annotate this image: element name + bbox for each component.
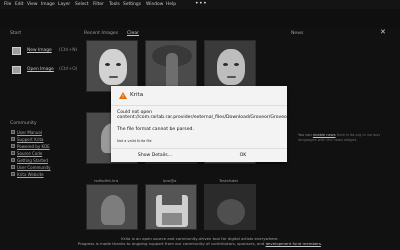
code-icon — [11, 151, 15, 155]
open-image-label: Open Image — [27, 67, 54, 72]
recent-thumbnail[interactable] — [145, 40, 197, 92]
dialog-message-secondary: The file format cannot be parsed. — [117, 127, 194, 132]
menu-view[interactable]: View — [27, 0, 37, 9]
dialog-message: Could not open content://com.rarlab.rar.… — [117, 110, 299, 121]
recent-thumbnail[interactable] — [86, 184, 138, 230]
manual-icon — [11, 130, 15, 134]
recent-caption: rsdfsdfnt.kra — [94, 178, 119, 183]
recent-caption: Ipro@a — [163, 178, 177, 183]
dialog-title: Krita — [130, 92, 144, 98]
recent-images-header: Recent Images — [84, 31, 119, 36]
footer-text: Krita is an open source and community-dr… — [77, 236, 323, 246]
more-dots-icon[interactable]: ••• — [195, 0, 207, 8]
new-file-icon — [12, 47, 21, 55]
recent-thumbnail[interactable] — [204, 40, 256, 92]
new-image-shortcut: (Ctrl+N) — [59, 48, 78, 53]
folder-icon — [12, 66, 21, 74]
open-image-button[interactable]: Open Image (Ctrl+O) — [12, 66, 82, 74]
web-icon — [11, 172, 15, 176]
new-image-button[interactable]: New Image (Ctrl+N) — [12, 47, 82, 55]
menu-bar: File Edit View Image Layer Select Filter… — [0, 0, 400, 9]
menu-layer[interactable]: Layer — [58, 0, 70, 9]
menu-help[interactable]: Help — [166, 0, 176, 9]
warning-icon: ! — [119, 92, 127, 99]
start-header: Start — [10, 31, 22, 36]
menu-image[interactable]: Image — [41, 0, 55, 9]
news-notice: You can enable news from krita.org in va… — [298, 133, 381, 142]
dialog-detail: Not a valid Krita file — [117, 139, 152, 143]
clear-recent-link[interactable]: Clear — [127, 31, 139, 36]
menu-settings[interactable]: Settings — [123, 0, 141, 9]
menu-edit[interactable]: Edit — [15, 0, 24, 9]
dialog-titlebar: ! Krita — [111, 86, 287, 106]
recent-thumbnail[interactable] — [145, 184, 197, 230]
error-dialog: ! Krita Could not open content://com.rar… — [111, 86, 299, 162]
menu-filter[interactable]: Filter — [93, 0, 104, 9]
development-fund-link[interactable]: development fund members — [266, 241, 321, 246]
new-image-label: New Image — [27, 48, 52, 53]
start-icon — [11, 158, 15, 162]
open-image-shortcut: (Ctrl+O) — [59, 67, 78, 72]
menu-tools[interactable]: Tools — [109, 0, 120, 9]
menu-file[interactable]: File — [4, 0, 11, 9]
news-header: News — [291, 31, 304, 36]
close-icon[interactable]: ✕ — [380, 28, 386, 36]
ok-button[interactable]: OK — [199, 149, 287, 162]
dialog-buttons: Show Details... OK — [111, 148, 287, 162]
support-icon — [11, 137, 15, 141]
recent-thumbnail[interactable] — [204, 184, 256, 230]
kde-icon — [11, 144, 15, 148]
recent-thumbnail[interactable] — [86, 40, 138, 92]
menu-select[interactable]: Select — [75, 0, 89, 9]
enable-news-link[interactable]: enable news — [313, 133, 336, 137]
show-details-button[interactable]: Show Details... — [111, 149, 199, 162]
community-icon — [11, 165, 15, 169]
community-header: Community — [10, 121, 37, 126]
recent-caption: Testsfsdet — [219, 178, 239, 183]
menu-window[interactable]: Window — [146, 0, 163, 9]
